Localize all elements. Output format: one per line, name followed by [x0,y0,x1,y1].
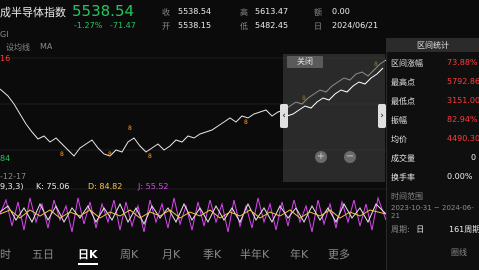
low-value: 5482.45 [255,21,289,30]
period-row: 周期: 日 161周期 [391,224,479,235]
tab-monthly-k[interactable]: 月K [162,246,180,262]
range-label: 时间范围 [391,192,423,201]
stat-label: 振幅 [391,116,407,125]
open-value: 5538.15 [178,21,212,30]
change-amount: -71.47 [110,21,136,30]
stat-row: 振幅 82.94% [391,115,479,126]
period-tabs: 时 五日 日K 周K 月K 季K 半年K 年K 更多 [0,238,386,270]
stat-row: 最低点 3151.00 [391,96,479,107]
kdj-j-line [0,196,386,233]
interval-stats-panel: 区间统计 区间涨幅 73.88% 最高点 5792.86 最低点 3151.00… [386,38,479,270]
stat-label: 区间涨幅 [391,59,423,68]
axis-bottom-label: 84 [0,154,11,163]
code-fragment: GI [0,30,9,39]
panel-header: 区间统计 [387,38,479,52]
stat-value: 4490.30 [447,134,479,143]
panel-title: 区间统计 [417,41,449,50]
kdj-k-value: K: 75.06 [36,182,70,191]
stat-row: 换手率 0.00% [391,172,479,183]
amount-label: 额 [314,8,322,17]
draw-line-button[interactable]: 圈线 [451,247,479,258]
kdj-j-value: J: 55.52 [138,182,169,191]
date-label: 日 [314,22,322,31]
range-value: 2023-10-31 ~ 2024-06-21 [391,204,474,220]
high-label: 高 [240,8,248,17]
range-selection-overlay[interactable] [283,54,385,182]
signal-mark: 8 [244,119,248,126]
axis-top-label: 16 [0,54,11,63]
tab-more[interactable]: 更多 [328,246,350,262]
stat-label: 均价 [391,135,407,144]
period-unit: 日 [416,225,425,234]
close-value: 5538.54 [178,7,212,16]
close-range-button[interactable]: 关闭 [287,56,323,68]
stat-row: 区间涨幅 73.88% [391,58,479,69]
tab-weekly-k[interactable]: 周K [120,246,138,262]
date-value: 2024/06/21 [332,21,379,30]
range-handle-left[interactable]: ‹ [280,104,288,128]
quote-header: 成半导体指数 5538.54 -1.27% -71.47 收 5538.54 开… [0,0,479,34]
stat-value: 0.00% [447,172,473,181]
amount-value: 0.00 [332,7,350,16]
stat-label: 换手率 [391,173,415,182]
signal-mark: 8 [60,151,64,158]
kdj-params: 9,3,3) [0,182,24,191]
stat-row: 成交量 0 [391,153,479,164]
stat-value: 73.88% [447,58,478,67]
close-label: 收 [162,8,170,17]
change-percent: -1.27% [74,21,103,30]
range-handle-right[interactable]: › [378,104,386,128]
stat-value: 82.94% [447,115,478,124]
signal-mark: 8 [108,151,112,158]
last-price: 5538.54 [72,2,135,20]
tab-half-year-k[interactable]: 半年K [240,246,269,262]
stat-value: 0 [471,153,477,162]
period-label: 周期: [391,225,410,234]
tab-daily-k[interactable]: 日K [78,246,98,265]
period-value: 161周期 [449,225,479,234]
signal-mark: 8 [128,125,132,132]
stat-row: 均价 4490.30 [391,134,479,145]
stat-value: 5792.86 [447,77,479,86]
high-value: 5613.47 [255,7,289,16]
stat-label: 成交量 [391,154,415,163]
zoom-out-button[interactable]: − [344,151,356,163]
index-name: 成半导体指数 [0,6,66,19]
zoom-in-button[interactable]: + [315,151,327,163]
kdj-d-value: D: 84.82 [88,182,123,191]
tab-intraday[interactable]: 时 [0,246,11,262]
signal-mark: 8 [148,153,152,160]
tab-five-day[interactable]: 五日 [32,246,54,262]
low-label: 低 [240,22,248,31]
open-label: 开 [162,22,170,31]
overlay-line-svg [286,67,384,117]
stat-label: 最低点 [391,97,415,106]
tab-quarterly-k[interactable]: 季K [203,246,221,262]
kdj-indicator-chart [0,196,386,233]
stat-row: 最高点 5792.86 [391,77,479,88]
tab-yearly-k[interactable]: 年K [290,246,308,262]
stat-label: 最高点 [391,78,415,87]
axis-start-date: -12-17 [0,172,27,181]
stat-value: 3151.00 [447,96,479,105]
